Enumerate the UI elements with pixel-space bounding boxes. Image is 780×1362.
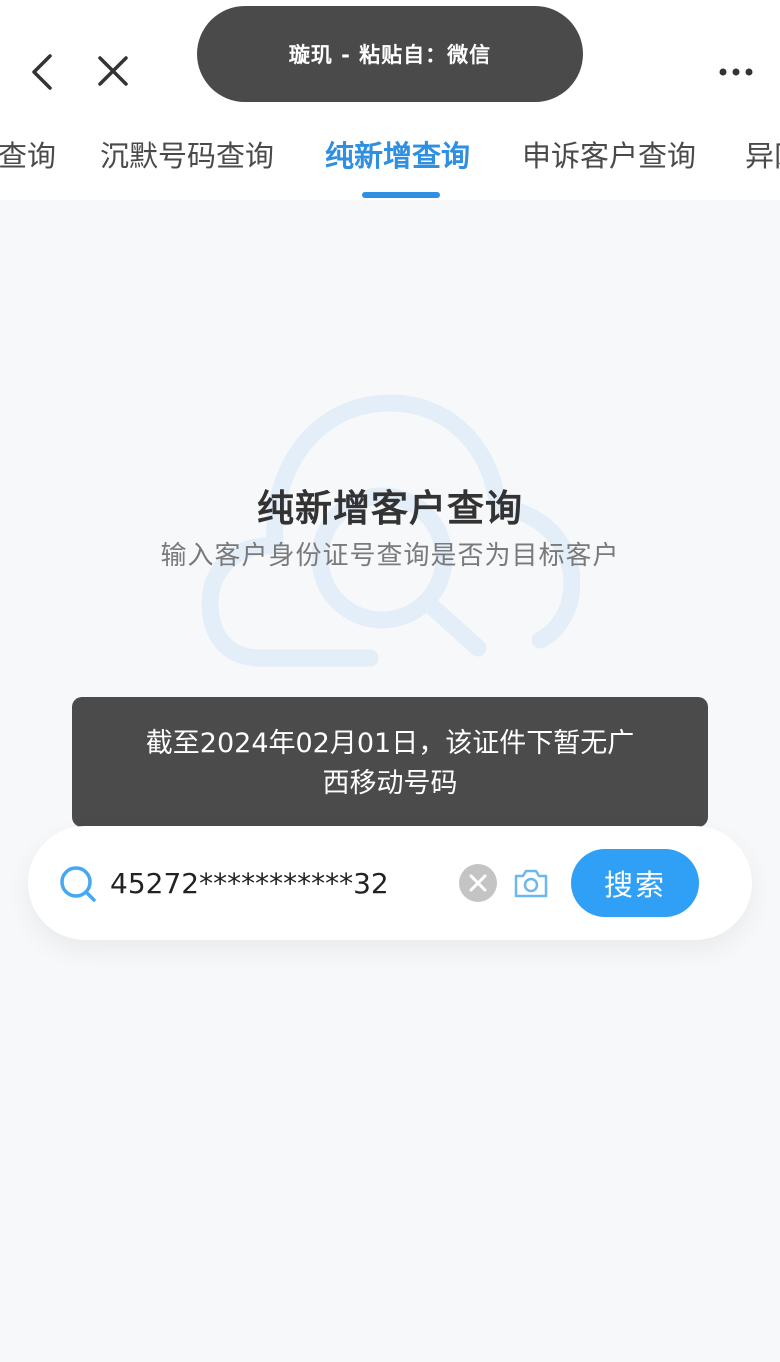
search-icon: [60, 866, 96, 902]
close-icon[interactable]: [92, 50, 136, 94]
id-number-input[interactable]: [110, 858, 450, 908]
tab-other-network[interactable]: 异网: [745, 134, 780, 178]
more-horizontal-icon[interactable]: [712, 58, 762, 86]
page: 璇玑 - 粘贴自：微信 查询 沉默号码查询 纯新增查询 申诉客户查询 异网 纯新…: [0, 0, 780, 1362]
top-bar: 璇玑 - 粘贴自：微信: [0, 0, 780, 120]
clear-icon[interactable]: [458, 863, 498, 903]
chevron-left-icon[interactable]: [22, 50, 62, 94]
camera-icon[interactable]: [512, 865, 550, 901]
search-button[interactable]: 搜索: [571, 849, 699, 917]
result-toast-line-1: 截至2024年02月01日，该证件下暂无广: [145, 728, 635, 759]
result-toast-line-2: 西移动号码: [322, 768, 458, 799]
cloud-search-icon: [201, 394, 580, 667]
page-subtitle: 输入客户身份证号查询是否为目标客户: [160, 541, 620, 571]
search-bar: 搜索: [28, 826, 752, 940]
tab-new-customer-query[interactable]: 纯新增查询: [325, 134, 470, 178]
query-tabs: 查询 沉默号码查询 纯新增查询 申诉客户查询 异网: [0, 120, 780, 200]
tab-query[interactable]: 查询: [0, 134, 56, 178]
active-tab-indicator: [362, 192, 440, 198]
page-title: 纯新增客户查询: [257, 487, 523, 530]
result-toast: 截至2024年02月01日，该证件下暂无广 西移动号码: [72, 697, 708, 827]
tab-silent-number-query[interactable]: 沉默号码查询: [100, 134, 274, 178]
paste-notification-text: 璇玑 - 粘贴自：微信: [288, 43, 492, 67]
tab-complaint-customer-query[interactable]: 申诉客户查询: [522, 134, 696, 178]
paste-notification: 璇玑 - 粘贴自：微信: [197, 6, 583, 102]
